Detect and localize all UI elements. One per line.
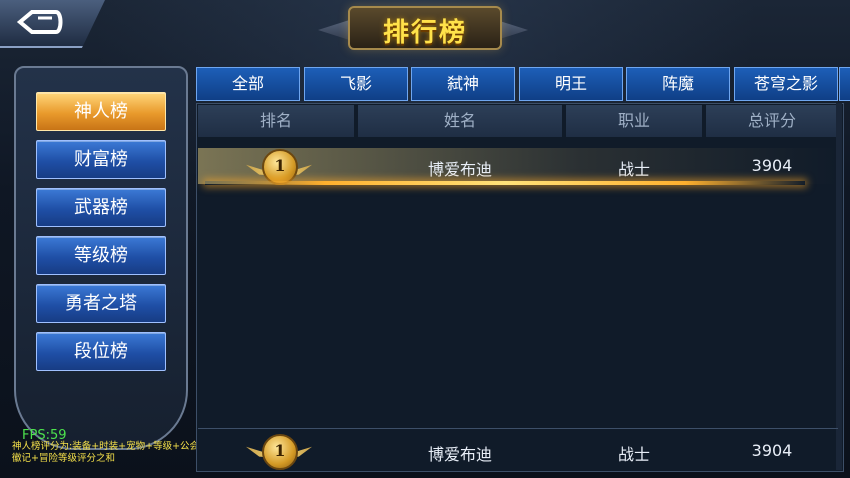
my-name: 博爱布迪 bbox=[427, 445, 492, 464]
score-note: 神人榜评分为:装备+时装+宠物+等级+公会徽记+冒险等级评分之和 bbox=[12, 441, 200, 464]
column-header-rank: 排名 bbox=[198, 105, 354, 137]
back-arrow-icon bbox=[16, 10, 63, 34]
my-rank-medal: 1 bbox=[262, 434, 298, 470]
sidebar-item-level[interactable]: 等级榜 bbox=[36, 236, 166, 275]
tab-feiying[interactable]: 飞影 bbox=[304, 67, 408, 101]
title-banner: 排行榜 bbox=[318, 0, 528, 58]
sidebar-item-weapon[interactable]: 武器榜 bbox=[36, 188, 166, 227]
page-title: 排行榜 bbox=[382, 18, 467, 48]
column-header-job: 职业 bbox=[566, 105, 702, 137]
column-header-score: 总评分 bbox=[706, 105, 838, 137]
player-name: 博爱布迪 bbox=[427, 160, 492, 179]
player-job: 战士 bbox=[617, 160, 650, 179]
my-score: 3904 bbox=[751, 441, 793, 460]
tab-all[interactable]: 全部 bbox=[196, 67, 300, 101]
sidebar-item-tower[interactable]: 勇者之塔 bbox=[36, 284, 166, 323]
tab-more[interactable] bbox=[839, 67, 850, 101]
player-score: 3904 bbox=[751, 156, 793, 175]
my-job: 战士 bbox=[617, 445, 650, 464]
tab-zhenmo[interactable]: 阵魔 bbox=[626, 67, 730, 101]
sidebar-item-wealth[interactable]: 财富榜 bbox=[36, 140, 166, 179]
table-scrollbar[interactable] bbox=[836, 103, 842, 470]
tab-mingwang[interactable]: 明王 bbox=[519, 67, 623, 101]
column-header-name: 姓名 bbox=[358, 105, 562, 137]
footer-divider bbox=[198, 428, 838, 429]
highlight-glow bbox=[205, 181, 805, 185]
tab-shishen[interactable]: 弑神 bbox=[411, 67, 515, 101]
title-plate: 排行榜 bbox=[348, 6, 502, 50]
sidebar-item-shenren[interactable]: 神人榜 bbox=[36, 92, 166, 131]
rank-medal: 1 bbox=[262, 149, 298, 185]
tab-cangqiong[interactable]: 苍穹之影 bbox=[734, 67, 838, 101]
sidebar-item-rank[interactable]: 段位榜 bbox=[36, 332, 166, 371]
